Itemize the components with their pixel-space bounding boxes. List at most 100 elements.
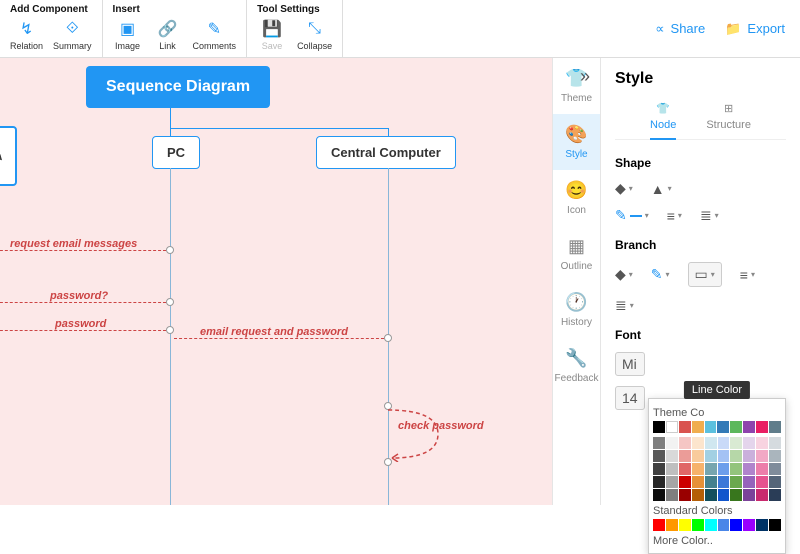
color-swatch[interactable] [666,463,678,475]
color-swatch[interactable] [769,463,781,475]
color-swatch[interactable] [730,489,742,501]
color-swatch[interactable] [730,519,742,531]
color-swatch[interactable] [666,450,678,462]
color-swatch[interactable] [756,463,768,475]
border-color-tool[interactable]: ✎▾ [615,207,649,224]
color-swatch[interactable] [705,489,717,501]
sidebar-feedback[interactable]: 🔧Feedback [553,338,600,394]
fill-color-tool[interactable]: ◆▾ [615,180,633,197]
color-swatch[interactable] [730,421,742,433]
color-swatch[interactable] [717,421,729,433]
font-family-select[interactable]: Mi [615,352,645,376]
color-swatch[interactable] [730,476,742,488]
node-pc[interactable]: PC [152,136,200,169]
color-swatch[interactable] [705,519,717,531]
color-swatch[interactable] [705,463,717,475]
color-swatch[interactable] [692,450,704,462]
color-swatch[interactable] [666,421,678,433]
color-swatch[interactable] [679,476,691,488]
color-swatch[interactable] [743,463,755,475]
color-swatch[interactable] [653,476,665,488]
share-button[interactable]: ∝Share [655,21,705,37]
color-swatch[interactable] [743,437,755,449]
color-swatch[interactable] [692,519,704,531]
color-swatch[interactable] [769,476,781,488]
color-swatch[interactable] [653,463,665,475]
anchor-dot[interactable] [384,334,392,342]
branch-align-tool[interactable]: ≡▾ [740,262,755,287]
color-swatch[interactable] [679,489,691,501]
summary-button[interactable]: ⟐Summary [49,17,96,53]
color-swatch[interactable] [705,437,717,449]
color-swatch[interactable] [718,450,730,462]
color-swatch[interactable] [679,421,691,433]
collapse-button[interactable]: ⤡Collapse [293,17,336,53]
comments-button[interactable]: ✎Comments [189,17,241,53]
color-swatch[interactable] [769,489,781,501]
color-swatch[interactable] [743,476,755,488]
color-swatch[interactable] [743,519,755,531]
color-swatch[interactable] [705,450,717,462]
anchor-dot[interactable] [166,326,174,334]
color-swatch[interactable] [769,421,781,433]
node-cc[interactable]: Central Computer [316,136,456,169]
color-swatch[interactable] [730,437,742,449]
save-button[interactable]: 💾Save [253,17,291,53]
tab-structure[interactable]: ⊞ Structure [706,102,751,131]
color-swatch[interactable] [756,476,768,488]
branch-line-tool[interactable]: ✎▾ [651,262,670,287]
color-swatch[interactable] [718,476,730,488]
color-swatch[interactable] [692,476,704,488]
color-swatch[interactable] [679,437,691,449]
color-swatch[interactable] [679,463,691,475]
color-swatch[interactable] [653,421,665,433]
color-swatch[interactable] [666,476,678,488]
sidebar-style[interactable]: 🎨Style [553,114,600,170]
font-size-select[interactable]: 14 [615,386,645,410]
sidebar-theme[interactable]: 👕Theme [553,58,600,114]
color-swatch[interactable] [679,519,691,531]
color-swatch[interactable] [756,489,768,501]
color-swatch[interactable] [679,450,691,462]
more-color-button[interactable]: More Color.. [653,535,781,547]
color-swatch[interactable] [653,519,665,531]
color-swatch[interactable] [756,437,768,449]
line-color-tool[interactable]: ▭▾ [688,262,722,287]
color-swatch[interactable] [653,450,665,462]
diagram-title[interactable]: Sequence Diagram [86,66,270,108]
color-swatch[interactable] [692,421,704,433]
color-swatch[interactable] [666,437,678,449]
color-swatch[interactable] [718,437,730,449]
border-width-tool[interactable]: ≣▾ [700,207,719,224]
sidebar-outline[interactable]: ▦Outline [553,226,600,282]
color-swatch[interactable] [653,489,665,501]
color-swatch[interactable] [666,489,678,501]
shape-tool[interactable]: ▲▾ [651,180,672,197]
color-swatch[interactable] [718,463,730,475]
color-swatch[interactable] [756,519,768,531]
color-swatch[interactable] [718,519,730,531]
color-swatch[interactable] [692,489,704,501]
expand-panel-icon[interactable]: » [580,66,590,87]
tab-node[interactable]: 👕 Node [650,102,676,140]
relation-button[interactable]: ↯Relation [6,17,47,53]
color-swatch[interactable] [705,476,717,488]
color-swatch[interactable] [769,450,781,462]
export-button[interactable]: 📁Export [725,21,785,37]
color-swatch[interactable] [756,421,768,433]
color-swatch[interactable] [692,463,704,475]
color-swatch[interactable] [666,519,678,531]
image-button[interactable]: ▣Image [109,17,147,53]
sidebar-history[interactable]: 🕐History [553,282,600,338]
anchor-dot[interactable] [166,298,174,306]
color-swatch[interactable] [718,489,730,501]
color-swatch[interactable] [756,450,768,462]
color-swatch[interactable] [743,489,755,501]
border-style-tool[interactable]: ≡▾ [667,207,682,224]
sidebar-icon[interactable]: 😊Icon [553,170,600,226]
color-swatch[interactable] [653,437,665,449]
color-swatch[interactable] [730,463,742,475]
color-swatch[interactable] [692,437,704,449]
color-swatch[interactable] [705,421,717,433]
node-edge[interactable]: ✎ [0,126,17,186]
